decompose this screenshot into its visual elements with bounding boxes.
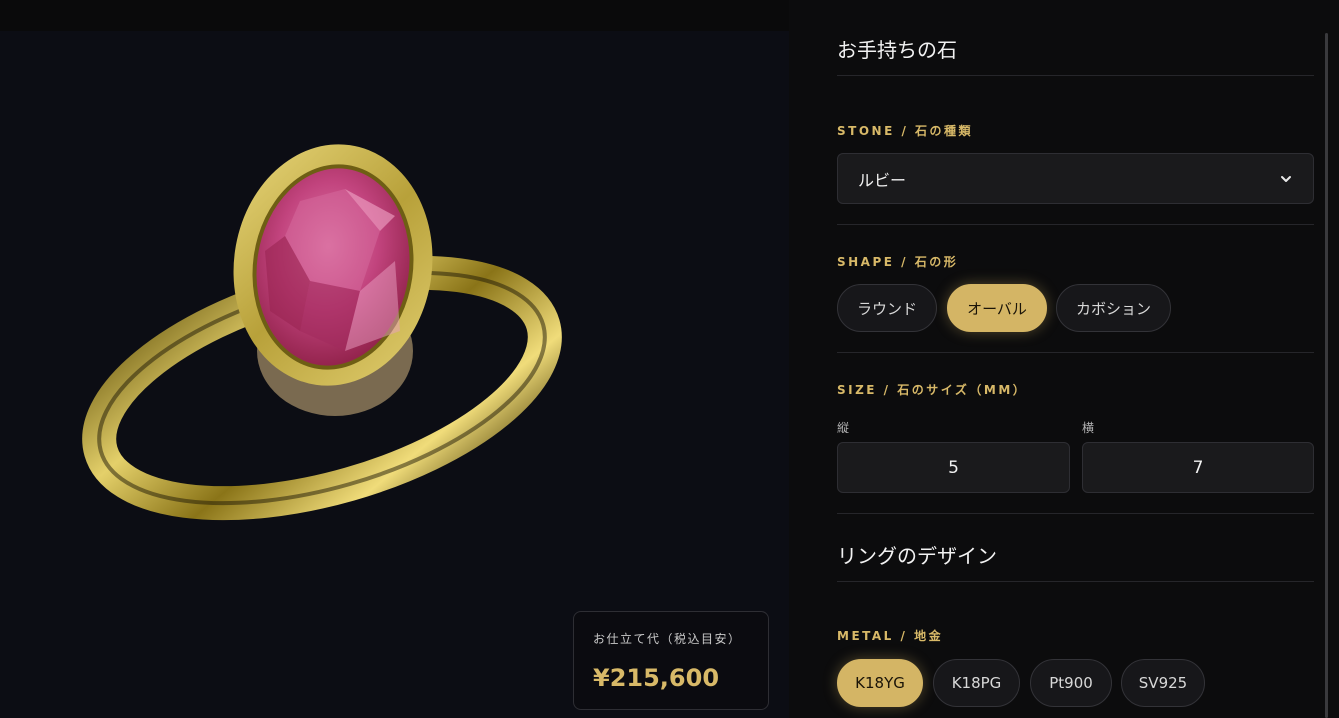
chevron-down-icon bbox=[1279, 172, 1293, 186]
divider bbox=[837, 75, 1314, 76]
size-horizontal-input[interactable]: 7 bbox=[1082, 442, 1314, 493]
ring-section-title: リングのデザイン bbox=[837, 544, 997, 568]
stone-section-title: お手持ちの石 bbox=[837, 38, 957, 62]
metal-option-sv925[interactable]: SV925 bbox=[1121, 659, 1205, 707]
metal-option-k18yg[interactable]: K18YG bbox=[837, 659, 923, 707]
shape-option-oval[interactable]: オーバル bbox=[947, 284, 1047, 332]
stone-type-select[interactable]: ルビー bbox=[837, 153, 1314, 204]
panel-scrollbar[interactable] bbox=[1325, 33, 1328, 718]
divider bbox=[837, 581, 1314, 582]
size-vertical-label: 縦 bbox=[837, 421, 850, 435]
stone-shape-label: SHAPE / 石の形 bbox=[837, 255, 959, 269]
price-value: ¥215,600 bbox=[593, 664, 720, 692]
price-label: お仕立て代（税込目安） bbox=[593, 632, 742, 646]
metal-option-k18pg[interactable]: K18PG bbox=[933, 659, 1020, 707]
metal-option-pt900[interactable]: Pt900 bbox=[1030, 659, 1112, 707]
metal-label: METAL / 地金 bbox=[837, 629, 944, 643]
divider bbox=[837, 352, 1314, 353]
stone-size-label: SIZE / 石のサイズ（MM） bbox=[837, 383, 1028, 397]
stone-type-label: STONE / 石の種類 bbox=[837, 124, 974, 138]
configurator-panel bbox=[789, 0, 1339, 718]
size-horizontal-label: 横 bbox=[1082, 421, 1095, 435]
size-vertical-input[interactable]: 5 bbox=[837, 442, 1070, 493]
stone-type-value: ルビー bbox=[858, 170, 907, 190]
divider bbox=[837, 224, 1314, 225]
shape-option-cabochon[interactable]: カボション bbox=[1056, 284, 1171, 332]
ring-3d-viewer[interactable]: お仕立て代（税込目安） ¥215,600 bbox=[0, 31, 789, 718]
price-card: お仕立て代（税込目安） ¥215,600 bbox=[573, 611, 769, 710]
divider bbox=[837, 513, 1314, 514]
shape-option-round[interactable]: ラウンド bbox=[837, 284, 937, 332]
